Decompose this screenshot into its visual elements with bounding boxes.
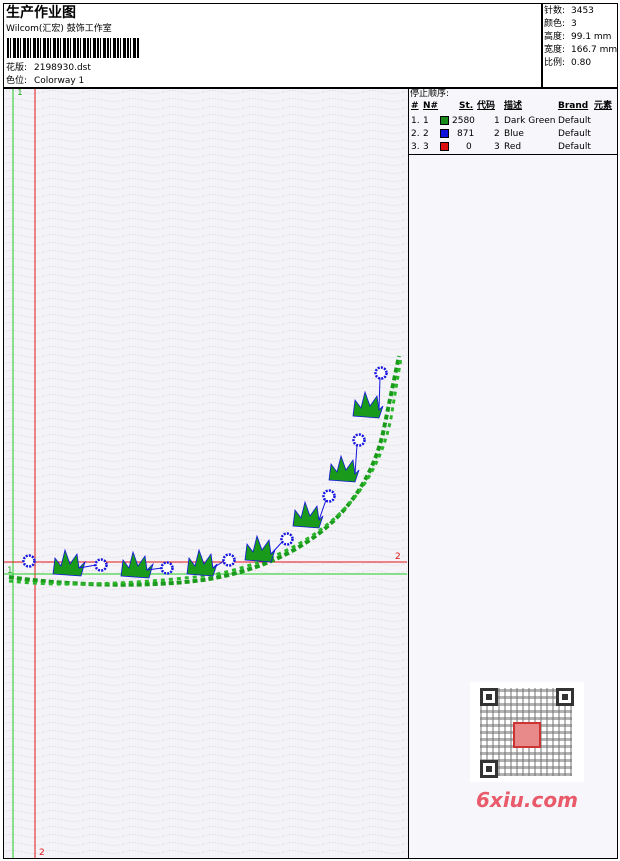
row3-description: Red <box>504 142 522 152</box>
barcode-icon <box>7 38 139 58</box>
design-filename: 2198930.dst <box>34 63 91 73</box>
row1-stitches: 2580 <box>452 116 475 126</box>
row3-stitches: 0 <box>466 142 472 152</box>
row2-num: 2. <box>411 129 420 139</box>
colorway-name: Colorway 1 <box>34 76 85 86</box>
col-needle: N# <box>423 101 439 111</box>
row3-needle: 3 <box>423 142 429 152</box>
row3-num: 3. <box>411 142 420 152</box>
col-brand: Brand <box>558 101 589 111</box>
design-label: 花版: <box>6 63 28 73</box>
row1-description: Dark Green <box>504 116 556 126</box>
row1-brand: Default <box>558 116 591 126</box>
row3-color-swatch <box>440 142 449 151</box>
row2-brand: Default <box>558 129 591 139</box>
row1-needle: 1 <box>423 116 429 126</box>
company-name: Wilcom(汇宏) 鼓饰工作室 <box>6 24 112 34</box>
col-element: 元素 <box>594 101 613 111</box>
scale-value: 0.80 <box>571 58 592 68</box>
table-bottom-divider <box>409 154 618 155</box>
height-value: 99.1 mm <box>571 32 612 42</box>
col-stitches: St. <box>459 101 474 111</box>
stop-sequence-title: 停止顺序: <box>410 89 450 99</box>
row2-color-swatch <box>440 129 449 138</box>
row1-color-swatch <box>440 116 449 125</box>
col-num: # <box>411 101 419 111</box>
row2-needle: 2 <box>423 129 429 139</box>
row2-description: Blue <box>504 129 524 139</box>
marker-red-bottom: 2 <box>39 848 45 858</box>
stitches-label: 针数: <box>544 6 566 16</box>
marker-green-left: 1 <box>7 566 13 576</box>
marker-red-right: 2 <box>395 552 401 562</box>
col-description: 描述 <box>504 101 523 111</box>
qr-code-icon <box>470 682 584 782</box>
height-label: 高度: <box>544 32 566 42</box>
page-title: 生产作业图 <box>6 5 76 21</box>
colors-label: 颜色: <box>544 19 566 29</box>
row2-stitches: 871 <box>457 129 475 139</box>
row1-code: 1 <box>494 116 500 126</box>
colorway-label: 色位: <box>6 76 28 86</box>
marker-green-top: 1 <box>17 88 23 98</box>
row2-code: 2 <box>494 129 500 139</box>
width-value: 166.7 mm <box>571 45 618 55</box>
width-label: 宽度: <box>544 45 566 55</box>
row3-code: 3 <box>494 142 500 152</box>
row1-num: 1. <box>411 116 420 126</box>
watermark-site: 6xiu.com <box>476 788 578 812</box>
colors-value: 3 <box>571 19 577 29</box>
design-canvas[interactable]: 1 1 2 2 <box>3 88 409 859</box>
scale-label: 比例: <box>544 58 566 68</box>
stitches-value: 3453 <box>571 6 594 16</box>
embroidery-preview <box>4 89 408 858</box>
row3-brand: Default <box>558 142 591 152</box>
col-code: 代码 <box>477 101 496 111</box>
